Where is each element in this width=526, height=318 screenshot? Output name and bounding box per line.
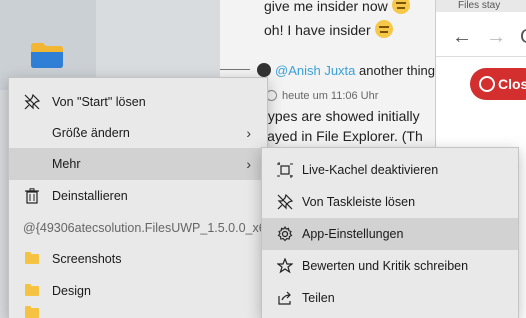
live-tile-icon: [276, 161, 294, 179]
submenu-item-live-tile[interactable]: Live-Kachel deaktivieren: [262, 154, 518, 186]
folder-icon: [23, 282, 41, 300]
close-button[interactable]: Clos: [470, 68, 526, 100]
submenu-more: Live-Kachel deaktivieren Von Taskleiste …: [261, 147, 519, 318]
context-menu: Von "Start" lösen Größe ändern › Mehr › …: [8, 77, 277, 318]
chat-message-2: oh! I have insider: [264, 20, 393, 38]
avatar[interactable]: [257, 63, 271, 77]
close-icon: [479, 76, 495, 92]
files-app-icon: [31, 43, 63, 68]
gear-icon: [276, 225, 294, 243]
share-icon: [276, 289, 294, 307]
chat-author-line: @Anish Juxta another thing ive: [257, 63, 455, 78]
divider: [220, 69, 250, 70]
menu-item-uninstall[interactable]: Deinstallieren: [9, 180, 267, 212]
author-name[interactable]: @Anish Juxta: [275, 63, 355, 78]
chat-message-1: give me insider now: [264, 0, 410, 14]
browser-tab[interactable]: Files stay: [436, 0, 526, 12]
timestamp: heute um 11:06 Uhr: [266, 90, 378, 102]
unpin-icon: [23, 93, 41, 111]
menu-item-partial[interactable]: [9, 304, 267, 318]
menu-item-screenshots[interactable]: Screenshots: [9, 243, 267, 275]
chevron-right-icon: ›: [246, 125, 251, 141]
chat-message-4: layed in File Explorer. (Th: [264, 128, 423, 144]
submenu-item-rate-review[interactable]: Bewerten und Kritik schreiben: [262, 250, 518, 282]
smirk-emoji-icon: [374, 20, 393, 38]
browser-nav: ← → G: [452, 26, 526, 49]
submenu-item-share[interactable]: Teilen: [262, 282, 518, 314]
google-icon[interactable]: G: [520, 26, 526, 48]
submenu-item-app-settings[interactable]: App-Einstellungen: [262, 218, 518, 250]
menu-item-unpin-start[interactable]: Von "Start" lösen: [9, 86, 267, 118]
menu-item-resize[interactable]: Größe ändern ›: [9, 117, 267, 149]
back-arrow-icon[interactable]: ←: [452, 26, 472, 48]
smile-emoji-icon: [391, 0, 410, 14]
folder-icon: [23, 250, 41, 268]
folder-icon: [23, 304, 41, 318]
submenu-item-unpin-taskbar[interactable]: Von Taskleiste lösen: [262, 186, 518, 218]
trash-icon: [23, 187, 41, 205]
divider: [436, 56, 526, 57]
menu-item-app-id: @{49306atecsolution.FilesUWP_1.5.0.0_x6.…: [23, 221, 277, 235]
menu-item-design[interactable]: Design: [9, 275, 267, 307]
star-icon: [276, 257, 294, 275]
chat-message-3: types are showed initially: [264, 108, 420, 124]
menu-item-more[interactable]: Mehr ›: [9, 148, 267, 180]
chevron-right-icon: ›: [246, 156, 251, 172]
forward-arrow-icon[interactable]: →: [486, 26, 506, 48]
unpin-icon: [276, 193, 294, 211]
